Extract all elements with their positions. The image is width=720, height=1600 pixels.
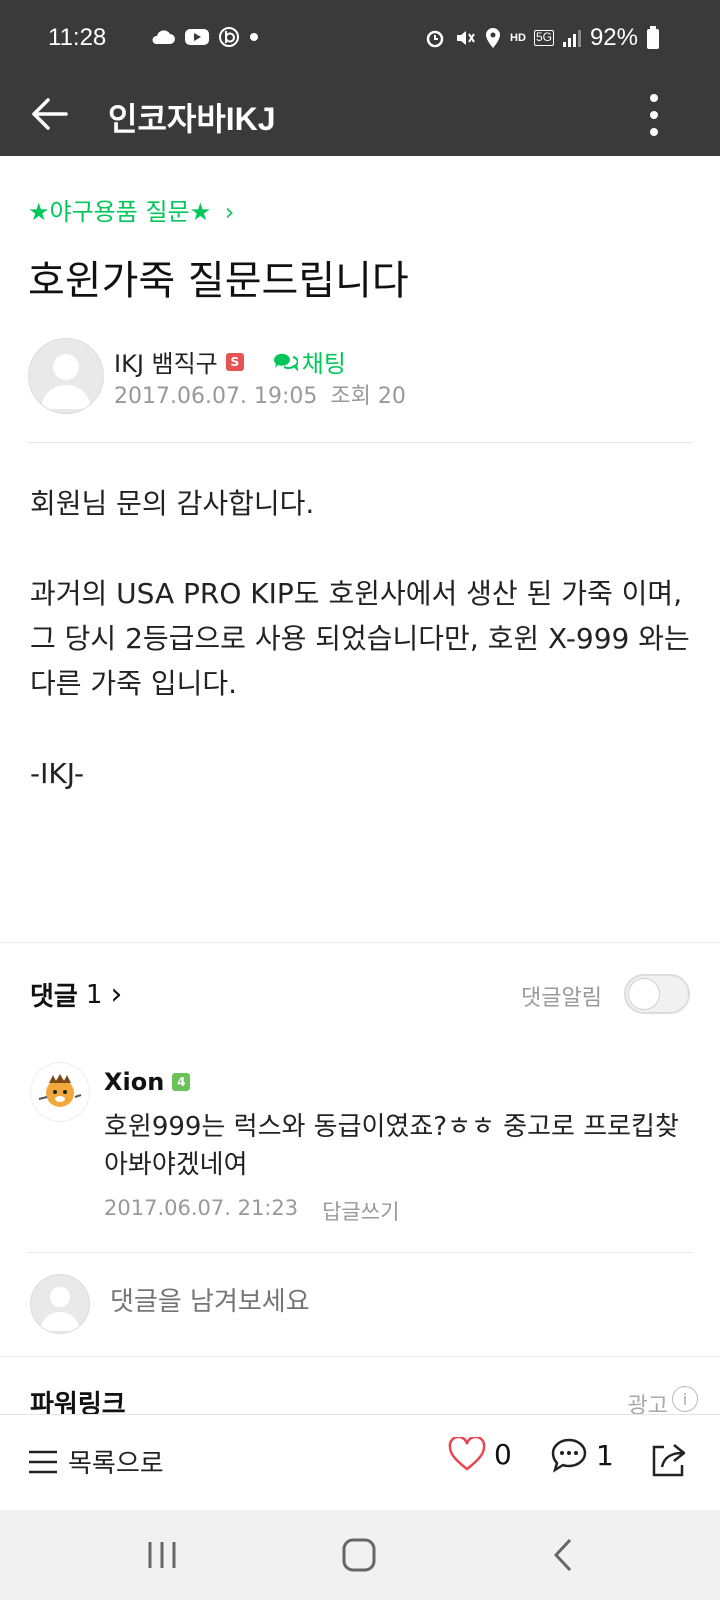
- post-body: 회원님 문의 감사합니다. 과거의 USA PRO KIP도 호윈사에서 생산 …: [30, 487, 690, 790]
- alarm-icon: [426, 30, 444, 48]
- status-bar: 11:28 HD 5G 92%: [0, 0, 720, 78]
- mute-icon: [457, 31, 475, 45]
- menu-lines-icon: [29, 1450, 57, 1473]
- cafe-title: 인코자바IKJ: [108, 101, 276, 137]
- signal-icon: [562, 30, 581, 47]
- network-5g-icon: 5G: [533, 30, 554, 46]
- back-arrow-icon[interactable]: [28, 92, 72, 136]
- system-nav-bar: [0, 1510, 720, 1600]
- bottom-action-bar: 목록으로 0 1: [0, 1414, 720, 1511]
- hd-voice-icon: HD: [510, 31, 526, 44]
- recent-apps-icon[interactable]: [144, 1538, 180, 1572]
- default-avatar-icon: [40, 1287, 80, 1331]
- heart-icon: [448, 1437, 486, 1471]
- divider: [28, 1252, 692, 1253]
- app-bar: 인코자바IKJ: [0, 78, 720, 156]
- speech-bubble-icon: [551, 1438, 587, 1473]
- post-date: 2017.06.07. 19:05: [114, 384, 318, 409]
- comment-date: 2017.06.07. 21:23: [104, 1196, 299, 1220]
- youtube-icon: [185, 29, 209, 45]
- default-avatar-icon: [41, 354, 91, 409]
- author-row: IKJ 뱀직구 S 채팅: [114, 344, 346, 379]
- category-label: ★야구용품 질문★: [28, 198, 212, 226]
- reply-button[interactable]: 답글쓰기: [322, 1196, 399, 1226]
- comment-notify-toggle[interactable]: [624, 974, 690, 1014]
- comments-label: 댓글: [30, 982, 78, 1012]
- post-meta: 2017.06.07. 19:05 조회 20: [114, 378, 406, 410]
- category-link[interactable]: ★야구용품 질문★ ›: [28, 192, 234, 227]
- cloud-icon: [152, 30, 175, 44]
- author-name[interactable]: IKJ 뱀직구: [114, 344, 218, 379]
- chat-label: 채팅: [301, 350, 346, 378]
- chat-button[interactable]: 채팅: [272, 344, 346, 379]
- post-views: 조회 20: [330, 384, 406, 409]
- comments-count: 1: [85, 979, 103, 1010]
- comments-button[interactable]: 1: [550, 1437, 614, 1473]
- comment-author-row: Xion 4: [104, 1068, 191, 1096]
- chevron-right-icon: ›: [224, 198, 235, 226]
- status-system-icons: HD 5G 92%: [424, 24, 660, 52]
- section-divider: [0, 1356, 720, 1357]
- share-icon[interactable]: [648, 1439, 690, 1481]
- location-icon: [486, 28, 501, 48]
- dot-icon: [250, 33, 258, 41]
- comment-count: 1: [596, 1438, 614, 1472]
- back-to-list-button[interactable]: 목록으로: [28, 1443, 164, 1480]
- like-button[interactable]: 0: [448, 1437, 512, 1471]
- battery-percent: 92%: [589, 24, 638, 51]
- commenter-avatar[interactable]: [30, 1062, 90, 1122]
- toggle-knob: [628, 978, 660, 1010]
- info-icon[interactable]: i: [672, 1386, 698, 1412]
- battery-icon: [647, 26, 659, 49]
- like-count: 0: [494, 1437, 512, 1471]
- chat-bubbles-icon: [273, 353, 298, 371]
- chevron-right-icon: ›: [110, 977, 123, 1012]
- more-options-icon[interactable]: [634, 88, 674, 142]
- comment-notify-label: 댓글알림: [521, 986, 602, 1011]
- my-avatar: [30, 1274, 90, 1334]
- comment-input[interactable]: [108, 1286, 672, 1318]
- character-avatar-icon: [38, 1074, 82, 1107]
- home-icon[interactable]: [340, 1536, 378, 1574]
- status-time: 11:28: [48, 24, 107, 51]
- comment-author-name[interactable]: Xion: [104, 1068, 164, 1096]
- comment-meta: 2017.06.07. 21:23 답글쓰기: [104, 1196, 399, 1226]
- post-title: 호윈가죽 질문드립니다: [28, 258, 409, 304]
- status-notification-icons: [150, 26, 260, 48]
- comments-header[interactable]: 댓글 1 ›: [30, 976, 122, 1013]
- nav-back-icon[interactable]: [548, 1536, 578, 1574]
- back-to-list-label: 목록으로: [68, 1449, 164, 1479]
- author-avatar[interactable]: [28, 338, 104, 414]
- comment-text: 호윈999는 럭스와 동급이였죠?ㅎㅎ 중고로 프로킵찾아봐야겠네여: [104, 1112, 679, 1180]
- author-level-badge: S: [225, 352, 244, 371]
- commenter-level-badge: 4: [172, 1073, 191, 1091]
- band-app-icon: [219, 27, 239, 47]
- divider: [28, 442, 692, 443]
- section-divider: [0, 942, 720, 943]
